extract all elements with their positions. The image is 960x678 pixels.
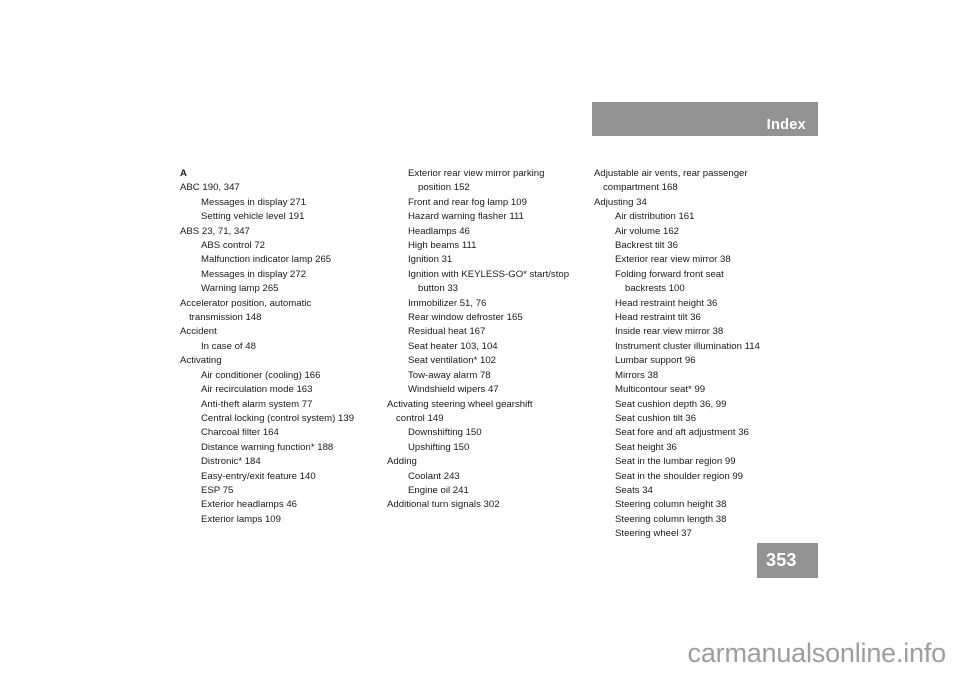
- index-entry: Multicontour seat* 99: [615, 384, 706, 396]
- index-entry: Seat fore and aft adjustment 36: [615, 427, 749, 439]
- index-column-2: Exterior rear view mirror parking positio…: [387, 167, 594, 542]
- index-entry: Coolant 243: [408, 470, 460, 482]
- index-entry: Activating steering wheel gearshift: [387, 398, 533, 410]
- index-entry: Front and rear fog lamp 109: [408, 196, 527, 208]
- index-entry: Immobilizer 51, 76: [408, 297, 487, 309]
- index-entry: Exterior rear view mirror 38: [615, 254, 731, 266]
- index-entry: Seat cushion tilt 36: [615, 412, 697, 424]
- index-entry: Head restraint height 36: [615, 297, 718, 309]
- index-entry: Messages in display 272: [201, 268, 307, 280]
- index-entry: Headlamps 46: [408, 225, 470, 237]
- index-entry: Downshifting 150: [408, 427, 482, 439]
- index-entry: Upshifting 150: [408, 441, 470, 453]
- index-entry: In case of 48: [201, 340, 256, 352]
- index-entry: Central locking (control system) 139: [201, 412, 355, 424]
- index-entry: button 33: [418, 283, 459, 295]
- index-entry: Steering column height 38: [615, 499, 727, 511]
- site-watermark: carmanualsonline.info: [687, 638, 947, 668]
- index-entry: Steering wheel 37: [615, 528, 692, 540]
- index-entry: Seat cushion depth 36, 99: [615, 398, 727, 410]
- index-entry: Mirrors 38: [615, 369, 659, 381]
- index-entry: ESP 75: [201, 484, 234, 496]
- index-entry: Steering column length 38: [615, 513, 727, 525]
- index-entry: Air conditioner (cooling) 166: [201, 369, 321, 381]
- index-entry: ABS control 72: [201, 240, 265, 252]
- page-header-title: Index: [766, 116, 806, 133]
- index-entry: Backrest tilt 36: [615, 240, 678, 252]
- index-entry: Anti-theft alarm system 77: [201, 398, 313, 410]
- index-entry: Seat height 36: [615, 441, 677, 453]
- index-entry: Inside rear view mirror 38: [615, 326, 724, 338]
- index-entry: Ignition 31: [408, 254, 453, 266]
- index-entry: High beams 111: [408, 240, 477, 252]
- index-entry: transmission 148: [189, 312, 262, 324]
- index-entry: Tow-away alarm 78: [408, 369, 491, 381]
- index-entry: Activating: [180, 355, 222, 367]
- index-entry: Lumbar support 96: [615, 355, 696, 367]
- index-column-3: Adjustable air vents, rear passenger comp…: [594, 167, 820, 542]
- index-entry: Instrument cluster illumination 114: [615, 340, 760, 352]
- index-entry: ABS 23, 71, 347: [180, 225, 250, 237]
- page-number-band: 353: [757, 543, 818, 578]
- index-entry: Seats 34: [615, 484, 653, 496]
- index-entry: Exterior lamps 109: [201, 513, 281, 525]
- index-entry: Accelerator position, automatic: [180, 297, 312, 309]
- index-entry: Easy-entry/exit feature 140: [201, 470, 316, 482]
- page-number: 353: [766, 550, 797, 570]
- index-entry: Adjusting 34: [594, 196, 647, 208]
- index-entry: Air distribution 161: [615, 211, 695, 223]
- index-entry: Ignition with KEYLESS-GO* start/stop: [408, 268, 570, 280]
- index-entry: Exterior rear view mirror parking: [408, 168, 545, 179]
- index-entry: Folding forward front seat: [615, 268, 724, 280]
- index-entry: Accident: [180, 326, 217, 338]
- index-entry: Adjustable air vents, rear passenger: [594, 168, 748, 179]
- index-entry: Windshield wipers 47: [408, 384, 499, 396]
- index-entry: Seat in the shoulder region 99: [615, 470, 744, 482]
- index-entry: Malfunction indicator lamp 265: [201, 254, 332, 266]
- index-entry: Rear window defroster 165: [408, 312, 523, 324]
- index-column-1: A ABC 190, 347 Messages in display 271 Sett…: [180, 167, 387, 542]
- index-entry: Air volume 162: [615, 225, 679, 237]
- index-entry: Residual heat 167: [408, 326, 486, 338]
- index-entry: Warning lamp 265: [201, 283, 279, 295]
- index-entry: Seat ventilation* 102: [408, 355, 497, 367]
- index-entry: ABC 190, 347: [180, 182, 240, 194]
- index-entry: Seat heater 103, 104: [408, 340, 498, 352]
- index-entry: Messages in display 271: [201, 196, 307, 208]
- index-entry: Engine oil 241: [408, 484, 469, 496]
- index-entry: position 152: [418, 182, 470, 194]
- index-entry: Hazard warning flasher 111: [408, 211, 524, 223]
- index-letter-heading: A: [180, 168, 187, 179]
- index-entry: compartment 168: [603, 182, 678, 194]
- index-entry: Air recirculation mode 163: [201, 384, 313, 396]
- index-entry: Distance warning function* 188: [201, 441, 334, 453]
- index-entry: Additional turn signals 302: [387, 499, 500, 511]
- index-entry: Adding: [387, 456, 417, 468]
- index-entry: Exterior headlamps 46: [201, 499, 297, 511]
- index-entry: backrests 100: [625, 283, 685, 295]
- index-entry: Setting vehicle level 191: [201, 211, 305, 223]
- index-entry: Charcoal filter 164: [201, 427, 279, 439]
- index-entry: Seat in the lumbar region 99: [615, 456, 736, 468]
- page-header-band: Index: [592, 102, 818, 136]
- index-page: Index A ABC 190, 347 Messages in display 2…: [0, 0, 960, 678]
- index-columns: A ABC 190, 347 Messages in display 271 Sett…: [180, 167, 820, 542]
- index-entry: Head restraint tilt 36: [615, 312, 701, 324]
- index-entry: control 149: [396, 412, 444, 424]
- index-entry: Distronic* 184: [201, 456, 261, 468]
